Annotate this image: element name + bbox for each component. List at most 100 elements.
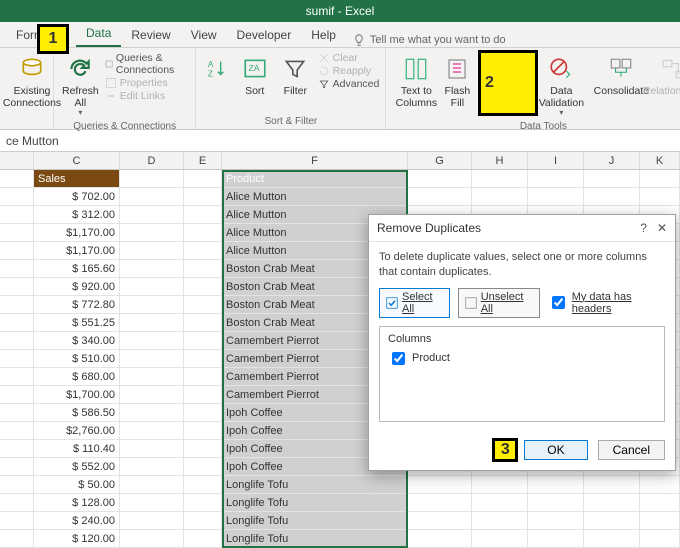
headers-checkbox[interactable]: My data has headers	[548, 291, 665, 315]
cell-sales[interactable]: $ 128.00	[34, 494, 120, 511]
cell-sales[interactable]: $ 510.00	[34, 350, 120, 367]
cell-sales[interactable]: $ 240.00	[34, 512, 120, 529]
cell-sales[interactable]: $ 340.00	[34, 332, 120, 349]
cell-sales[interactable]: $ 110.40	[34, 440, 120, 457]
formula-bar[interactable]: ce Mutton	[0, 130, 680, 152]
unselect-all-icon	[465, 297, 477, 309]
callout-3: 3	[492, 438, 518, 462]
tab-developer[interactable]: Developer	[227, 24, 302, 47]
sort-button[interactable]: ZA Sort	[236, 52, 273, 100]
sort-icon: ZA	[240, 54, 270, 84]
cell-sales[interactable]: $ 50.00	[34, 476, 120, 493]
text-to-columns-icon	[401, 54, 431, 84]
header-sales[interactable]: Sales	[34, 170, 120, 187]
group-label-queries: Queries & Connections	[60, 120, 189, 132]
column-headers: C D E F G H I J K	[0, 152, 680, 170]
sort-az-icon: AZ	[202, 54, 232, 84]
refresh-all-label: Refresh All	[62, 86, 99, 109]
flash-fill-icon	[442, 54, 472, 84]
cell-sales[interactable]: $1,170.00	[34, 242, 120, 259]
col-F[interactable]: F	[222, 152, 408, 169]
properties-button[interactable]: Properties	[105, 77, 190, 89]
column-item-checkbox[interactable]	[392, 352, 405, 365]
col-G[interactable]: G	[408, 152, 472, 169]
column-item-label: Product	[412, 352, 450, 364]
relationships-icon	[659, 54, 680, 84]
cell-sales[interactable]: $ 120.00	[34, 530, 120, 547]
cell-product[interactable]: Longlife Tofu	[222, 494, 408, 511]
svg-text:Z: Z	[208, 69, 213, 78]
ok-button[interactable]: OK	[524, 440, 587, 460]
col-D[interactable]: D	[120, 152, 184, 169]
tab-view[interactable]: View	[181, 24, 227, 47]
close-icon[interactable]: ✕	[657, 221, 667, 235]
select-all-label: Select All	[402, 291, 443, 315]
relationships-button[interactable]: Relationships	[654, 52, 680, 100]
edit-links-button[interactable]: Edit Links	[105, 90, 190, 102]
tab-data[interactable]: Data	[76, 22, 121, 47]
cell-sales[interactable]: $ 586.50	[34, 404, 120, 421]
sort-label: Sort	[245, 86, 264, 98]
dialog-title: Remove Duplicates	[377, 221, 481, 235]
cell-sales[interactable]: $1,700.00	[34, 386, 120, 403]
reapply-button[interactable]: Reapply	[318, 65, 380, 77]
col-K[interactable]: K	[640, 152, 680, 169]
svg-text:ZA: ZA	[248, 63, 259, 73]
tab-review[interactable]: Review	[121, 24, 180, 47]
consolidate-button[interactable]: Consolidate	[592, 52, 650, 100]
cell-product[interactable]: Longlife Tofu	[222, 476, 408, 493]
columns-listbox[interactable]: Columns Product	[379, 326, 665, 422]
relationships-label: Relationships	[643, 86, 680, 98]
headers-checkbox-input[interactable]	[552, 296, 565, 309]
help-icon[interactable]: ?	[640, 221, 647, 235]
cell-sales[interactable]: $1,170.00	[34, 224, 120, 241]
ribbon: Existing Connections Refresh All ▾ Queri…	[0, 48, 680, 130]
cell-sales[interactable]: $ 312.00	[34, 206, 120, 223]
col-J[interactable]: J	[584, 152, 640, 169]
text-to-columns-button[interactable]: Text to Columns	[392, 52, 440, 111]
col-C[interactable]: C	[34, 152, 120, 169]
cell-sales[interactable]: $2,760.00	[34, 422, 120, 439]
cell-sales[interactable]: $ 551.25	[34, 314, 120, 331]
header-product[interactable]: Product	[222, 170, 408, 187]
col-H[interactable]: H	[472, 152, 528, 169]
refresh-icon	[65, 54, 95, 84]
flash-fill-button[interactable]: Flash Fill	[444, 52, 470, 111]
sort-az-button[interactable]: AZ	[202, 52, 232, 88]
cell-sales[interactable]: $ 920.00	[34, 278, 120, 295]
columns-label: Columns	[388, 333, 656, 345]
data-validation-label: Data Validation	[539, 86, 584, 109]
refresh-all-button[interactable]: Refresh All ▾	[60, 52, 101, 120]
callout-2: 2	[478, 50, 538, 116]
col-E[interactable]: E	[184, 152, 222, 169]
filter-button[interactable]: Filter	[277, 52, 314, 100]
tab-help[interactable]: Help	[301, 24, 346, 47]
queries-connections-button[interactable]: Queries & Connections	[105, 52, 190, 76]
cell-product[interactable]: Longlife Tofu	[222, 530, 408, 547]
data-validation-button[interactable]: Data Validation ▾	[534, 52, 588, 120]
formula-value: ce Mutton	[6, 134, 59, 148]
select-all-button[interactable]: Select All	[379, 288, 450, 318]
cell-sales[interactable]: $ 702.00	[34, 188, 120, 205]
col-I[interactable]: I	[528, 152, 584, 169]
cell-sales[interactable]: $ 165.60	[34, 260, 120, 277]
cell-product[interactable]: Longlife Tofu	[222, 512, 408, 529]
cell-product[interactable]: Alice Mutton	[222, 188, 408, 205]
tell-me-search[interactable]: Tell me what you want to do	[352, 33, 506, 47]
advanced-button[interactable]: Advanced	[318, 78, 380, 90]
remove-duplicates-dialog: Remove Duplicates ? ✕ To delete duplicat…	[368, 214, 676, 471]
group-label-sort: Sort & Filter	[202, 115, 379, 127]
cell-sales[interactable]: $ 552.00	[34, 458, 120, 475]
column-item-product[interactable]: Product	[388, 349, 656, 368]
cell-sales[interactable]: $ 772.80	[34, 296, 120, 313]
existing-connections-button[interactable]: Existing Connections	[6, 52, 58, 111]
group-label-datatools: Data Tools	[392, 120, 680, 132]
callout-2-label: 2	[485, 74, 494, 92]
callout-3-label: 3	[501, 441, 510, 459]
cell-sales[interactable]: $ 680.00	[34, 368, 120, 385]
cancel-button[interactable]: Cancel	[598, 440, 665, 460]
unselect-all-button[interactable]: Unselect All	[458, 288, 540, 318]
clear-button[interactable]: Clear	[318, 52, 380, 64]
titlebar: sumif - Excel	[0, 0, 680, 22]
callout-1: 1	[37, 24, 69, 54]
